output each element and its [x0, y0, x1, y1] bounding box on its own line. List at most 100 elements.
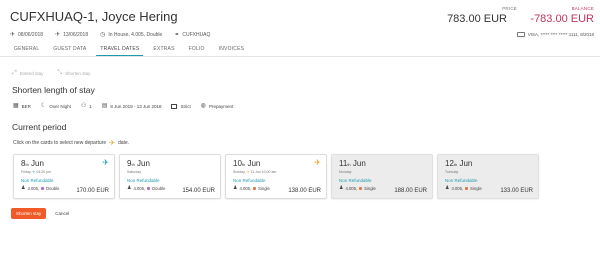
stay-options: ▦ BER ☾ Over Night ⚇ 1 ▤ 8 Jun 2018 - 13 Jun…	[13, 103, 233, 109]
section-heading: Shorten length of stay	[12, 85, 95, 95]
link-icon: ⚭	[174, 32, 180, 38]
plane-arrival-icon: ✈	[10, 32, 16, 38]
departure-date: 13/06/2018	[63, 32, 89, 38]
page-title: CUFXHUAQ-1, Joyce Hering	[10, 9, 178, 24]
arrival-date: 08/06/2018	[18, 32, 44, 38]
form-actions: Shorten stay Cancel	[11, 208, 69, 219]
person-icon: ♟	[127, 185, 132, 191]
card-room: ♟ 4.005, Single	[445, 185, 482, 191]
status-text: In House, 4.005, Double	[108, 32, 163, 38]
card-rate: Non Refundable	[21, 178, 54, 183]
guests-item: ⚇ 1	[81, 103, 92, 109]
card-price: 138.00 EUR	[288, 188, 321, 194]
card-month: Jun	[247, 159, 261, 168]
policy-text: Strict	[180, 103, 191, 109]
hint-before: Click on the cards to select new departu…	[13, 140, 107, 146]
card-time: 11 Jun 10:00 am	[250, 170, 277, 174]
card-room: ♟ 4.005, Double	[21, 185, 59, 191]
card-rate: Non Refundable	[127, 178, 160, 183]
card-room-number: 4.005,	[239, 185, 252, 191]
card-room-number: 4.005,	[451, 185, 464, 191]
card-weekday: Sunday	[233, 170, 245, 174]
card-rate: Non Refundable	[233, 178, 266, 183]
tab-travel-dates[interactable]: TRAVEL DATES	[96, 44, 144, 56]
group-item[interactable]: ⚭ CUFXHUAQ	[174, 32, 210, 38]
stay-actions: ⤢ Extend stay ⤡ Shorten stay	[12, 70, 90, 76]
card-room-type: Double	[152, 185, 166, 191]
card-weekday: Friday	[21, 170, 31, 174]
tab-folio[interactable]: FOLIO	[185, 44, 209, 56]
room-type-icon	[147, 186, 151, 190]
date-range-item: ▤ 8 Jun 2018 - 13 Jun 2018	[102, 103, 162, 109]
tab-guest-data[interactable]: GUEST DATA	[49, 44, 90, 56]
card-date: 9th Jun	[127, 159, 150, 168]
moon-icon: ☾	[40, 103, 47, 109]
cancel-button[interactable]: Cancel	[55, 211, 69, 216]
price-value: 783.00 EUR	[447, 13, 507, 25]
card-room-type: Double	[46, 185, 60, 191]
card-price: 170.00 EUR	[76, 188, 109, 194]
rate-type-text: Over Night	[49, 103, 71, 109]
card-room-type: Single	[258, 185, 270, 191]
card-room-number: 4.005,	[133, 185, 146, 191]
property-text: BER	[21, 103, 31, 109]
calendar-icon: ▤	[101, 103, 108, 109]
card-date: 8th Jun	[21, 159, 44, 168]
tab-invoices[interactable]: INVOICES	[215, 44, 249, 56]
card-subtitle: Friday, ✈ 04:20 pm	[21, 170, 51, 174]
clock-icon: ◷	[100, 32, 106, 38]
card-weekday: Monday	[339, 170, 352, 174]
room-type-icon	[41, 186, 45, 190]
shrink-icon: ⤡	[57, 70, 63, 76]
night-card[interactable]: 12th Jun Tuesday Non Refundable ♟ 4.005, S…	[437, 154, 539, 199]
card-month: Jun	[137, 159, 150, 168]
reservation-meta: ✈ 08/06/2018 ✈ 13/06/2018 ◷ In House, 4.005…	[10, 32, 210, 38]
card-month: Jun	[31, 159, 44, 168]
person-icon: ♟	[445, 185, 450, 191]
current-period-heading: Current period	[12, 122, 67, 132]
card-room-number: 4.005,	[27, 185, 40, 191]
building-icon: ▦	[13, 103, 19, 109]
card-room: ♟ 4.005, Double	[127, 185, 165, 191]
card-price: 133.00 EUR	[500, 188, 533, 194]
guests-count: 1	[89, 103, 92, 109]
extend-stay-button[interactable]: ⤢ Extend stay	[12, 70, 43, 76]
tab-general[interactable]: GENERAL	[10, 44, 43, 56]
payment-option-text: Prepayment	[208, 103, 234, 109]
night-card[interactable]: 10th Jun Sunday, ✈ 11 Jun 10:00 am Non R…	[225, 154, 327, 199]
card-date: 10th Jun	[233, 159, 260, 168]
tab-bar: GENERAL GUEST DATA TRAVEL DATES EXTRAS F…	[10, 44, 254, 56]
extend-stay-label: Extend stay	[19, 70, 44, 76]
card-room-type: Single	[364, 185, 376, 191]
property-item: ▦ BER	[13, 103, 31, 109]
card-price: 154.00 EUR	[182, 188, 215, 194]
night-card[interactable]: 8th Jun Friday, ✈ 04:20 pm Non Refundabl…	[13, 154, 115, 199]
card-time-icon: ✈	[246, 170, 250, 174]
night-cards: 8th Jun Friday, ✈ 04:20 pm Non Refundabl…	[13, 154, 539, 199]
tab-extras[interactable]: EXTRAS	[149, 44, 178, 56]
card-weekday: Tuesday	[445, 170, 459, 174]
room-type-icon	[253, 186, 257, 190]
card-day-suffix: th	[241, 162, 246, 167]
card-time-icon: ✈	[32, 170, 36, 174]
shorten-stay-link[interactable]: ⤡ Shorten stay	[57, 70, 90, 76]
card-day-suffix: th	[25, 162, 29, 167]
tab-divider	[0, 56, 600, 57]
arrival-icon: ✈	[102, 158, 109, 167]
hint-after: date.	[117, 140, 130, 146]
globe-icon: ◍	[200, 103, 206, 109]
instruction-text: Click on the cards to select new departu…	[13, 139, 129, 147]
card-price: 188.00 EUR	[394, 188, 427, 194]
shorten-stay-button[interactable]: Shorten stay	[11, 208, 47, 219]
person-icon: ♟	[339, 185, 344, 191]
night-card[interactable]: 9th Jun Saturday Non Refundable ♟ 4.005, D…	[119, 154, 221, 199]
balance-label: BALANCE	[571, 6, 594, 11]
status-item: ◷ In House, 4.005, Double	[100, 32, 162, 38]
room-type-icon	[359, 186, 363, 190]
card-day-suffix: th	[347, 162, 351, 167]
plane-departure-icon: ✈	[55, 32, 61, 38]
card-rate: Non Refundable	[339, 178, 372, 183]
card-day: 10	[233, 159, 242, 168]
night-card[interactable]: 11th Jun Monday Non Refundable ♟ 4.005, Si…	[331, 154, 433, 199]
group-code: CUFXHUAQ	[182, 32, 211, 38]
